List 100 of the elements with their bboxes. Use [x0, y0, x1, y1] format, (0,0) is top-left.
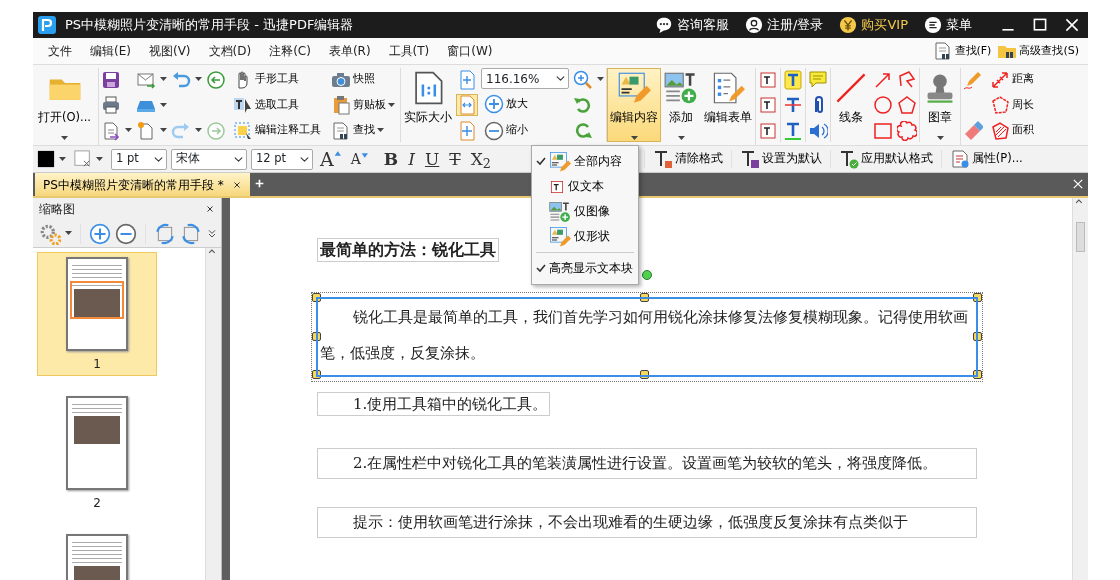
menu-item[interactable]: 全部内容 — [532, 149, 638, 174]
maximize-icon[interactable] — [1032, 17, 1048, 33]
highlight-icon[interactable] — [783, 69, 803, 90]
search-button[interactable]: 查找(F) — [929, 39, 995, 63]
caret-icon[interactable] — [59, 156, 66, 162]
pentagon-icon[interactable] — [897, 95, 917, 115]
resize-handle[interactable] — [973, 370, 982, 379]
menu-item[interactable]: 表单(R) — [319, 42, 380, 60]
ribbon-button[interactable]: 线条 — [831, 68, 871, 142]
resize-handle[interactable] — [640, 293, 650, 302]
resize-handle[interactable] — [312, 293, 321, 302]
ribbon-button[interactable]: 打开(O)... — [35, 68, 94, 142]
menu-item[interactable]: 高亮显示文本块 — [532, 256, 638, 281]
plus-icon[interactable] — [89, 222, 111, 245]
menu-item[interactable]: 文档(D) — [199, 42, 261, 60]
resize-handle[interactable] — [640, 370, 650, 379]
support-button[interactable]: 咨询客服 — [651, 14, 734, 36]
fit-width-icon[interactable] — [457, 95, 477, 115]
apply-default-button[interactable]: 应用默认格式 — [834, 149, 937, 169]
properties-button[interactable]: 属性(P)... — [945, 149, 1027, 169]
document-arrow-icon[interactable] — [101, 120, 121, 141]
color-swatch-icon[interactable] — [37, 150, 55, 168]
ribbon-button[interactable]: 选取工具 — [230, 93, 324, 117]
menu-item[interactable]: 窗口(W) — [438, 42, 502, 60]
rectangle-icon[interactable] — [873, 120, 893, 141]
caret-icon[interactable] — [96, 156, 103, 162]
vip-button[interactable]: 购买VIP — [835, 14, 912, 36]
underline-icon[interactable] — [783, 120, 803, 141]
ribbon-button[interactable]: 实际大小 — [401, 68, 455, 142]
ribbon-button[interactable]: 距离 — [987, 68, 1037, 91]
caret-icon[interactable] — [630, 136, 638, 142]
italic-button[interactable]: I — [405, 150, 418, 168]
menu-item[interactable]: 仅文本 — [532, 174, 638, 199]
caret-icon[interactable] — [160, 77, 167, 82]
rotate-right-icon[interactable] — [573, 120, 593, 141]
line-width-select[interactable]: 1 pt — [111, 148, 167, 170]
ribbon-button[interactable]: 周长 — [987, 93, 1037, 117]
resize-handle[interactable] — [973, 331, 982, 341]
caret-icon[interactable] — [195, 128, 202, 133]
menu-item[interactable]: 仅形状 — [532, 224, 638, 249]
decrease-font-button[interactable]: A — [347, 152, 371, 166]
caret-icon[interactable] — [125, 128, 132, 133]
menu-item[interactable]: 文件 — [39, 42, 81, 60]
caret-icon[interactable] — [388, 102, 395, 108]
ribbon-button[interactable]: 图章 — [920, 68, 960, 142]
bold-button[interactable]: B — [380, 150, 402, 168]
ribbon-button[interactable]: 手形工具 — [230, 68, 324, 91]
heading-text-block[interactable]: 最简单的方法：锐化工具 — [317, 238, 499, 262]
menu-button[interactable]: 菜单 — [920, 14, 976, 36]
zoom-select[interactable]: 116.16% — [481, 68, 569, 89]
ribbon-button[interactable]: 编辑内容 — [607, 68, 661, 142]
eraser-icon[interactable] — [963, 120, 983, 141]
ribbon-button[interactable]: 剪贴板 — [328, 93, 398, 117]
page-thumbnail[interactable] — [66, 257, 128, 351]
caret-icon[interactable] — [677, 136, 685, 142]
caret-icon[interactable] — [936, 136, 944, 142]
resize-handle[interactable] — [312, 370, 321, 379]
caret-icon[interactable] — [65, 231, 72, 236]
clear-format-button[interactable]: 清除格式 — [648, 149, 727, 169]
resize-handle[interactable] — [312, 331, 321, 341]
ribbon-button[interactable]: 放大 — [481, 92, 569, 116]
menu-item[interactable]: 视图(V) — [139, 42, 200, 60]
login-button[interactable]: 注册/登录 — [741, 14, 828, 36]
text-box-icon[interactable] — [758, 69, 778, 90]
close-icon[interactable] — [1072, 177, 1084, 190]
menu-item[interactable]: 注释(C) — [260, 42, 320, 60]
strikeout-icon[interactable] — [783, 95, 803, 115]
caret-icon[interactable] — [160, 128, 167, 133]
cloud-shape-icon[interactable] — [897, 120, 917, 141]
ribbon-button[interactable]: 编辑注释工具 — [230, 119, 324, 142]
minus-icon[interactable] — [115, 222, 137, 245]
menu-item[interactable]: 编辑(E) — [81, 42, 140, 60]
font-select[interactable]: 宋体 — [171, 148, 247, 170]
caret-icon[interactable] — [377, 128, 384, 133]
text-box-icon[interactable] — [758, 120, 778, 141]
menu-item[interactable]: 工具(T) — [379, 42, 439, 60]
rotate-handle[interactable] — [642, 270, 652, 280]
printer-icon[interactable] — [101, 95, 121, 115]
advanced-search-button[interactable]: 高级查找(S) — [994, 39, 1082, 63]
rotate-counterclockwise-icon[interactable] — [154, 222, 176, 245]
text-block[interactable]: 2.在属性栏中对锐化工具的笔装潢属性进行设置。设置画笔为较软的笔头，将强度降低。 — [317, 448, 977, 479]
close-icon[interactable] — [231, 179, 242, 190]
ribbon-button[interactable]: 快照 — [328, 68, 398, 91]
double-chevron-icon[interactable] — [206, 227, 218, 240]
page-thumbnail[interactable] — [66, 396, 128, 490]
font-size-select[interactable]: 12 pt — [251, 148, 313, 170]
ribbon-button[interactable]: 编辑表单 — [701, 68, 755, 142]
underline-button[interactable]: U — [421, 150, 443, 168]
strikethrough-button[interactable]: T — [446, 150, 464, 168]
text-block[interactable]: 1.使用工具箱中的锐化工具。 — [317, 392, 551, 416]
close-icon[interactable] — [205, 204, 215, 214]
text-block[interactable]: 提示：使用软画笔进行涂抹，不会出现难看的生硬边缘，低强度反复涂抹有点类似于 — [317, 507, 977, 538]
ribbon-button[interactable]: 面积 — [987, 119, 1037, 142]
close-icon[interactable] — [1064, 17, 1080, 33]
subscript-button[interactable]: X$_{2}$ — [467, 150, 494, 168]
caret-icon[interactable] — [597, 77, 604, 82]
caret-icon[interactable] — [195, 77, 202, 82]
circle-icon[interactable] — [873, 95, 893, 115]
menu-item[interactable]: 仅图像 — [532, 199, 638, 224]
polyline-icon[interactable] — [897, 69, 917, 90]
